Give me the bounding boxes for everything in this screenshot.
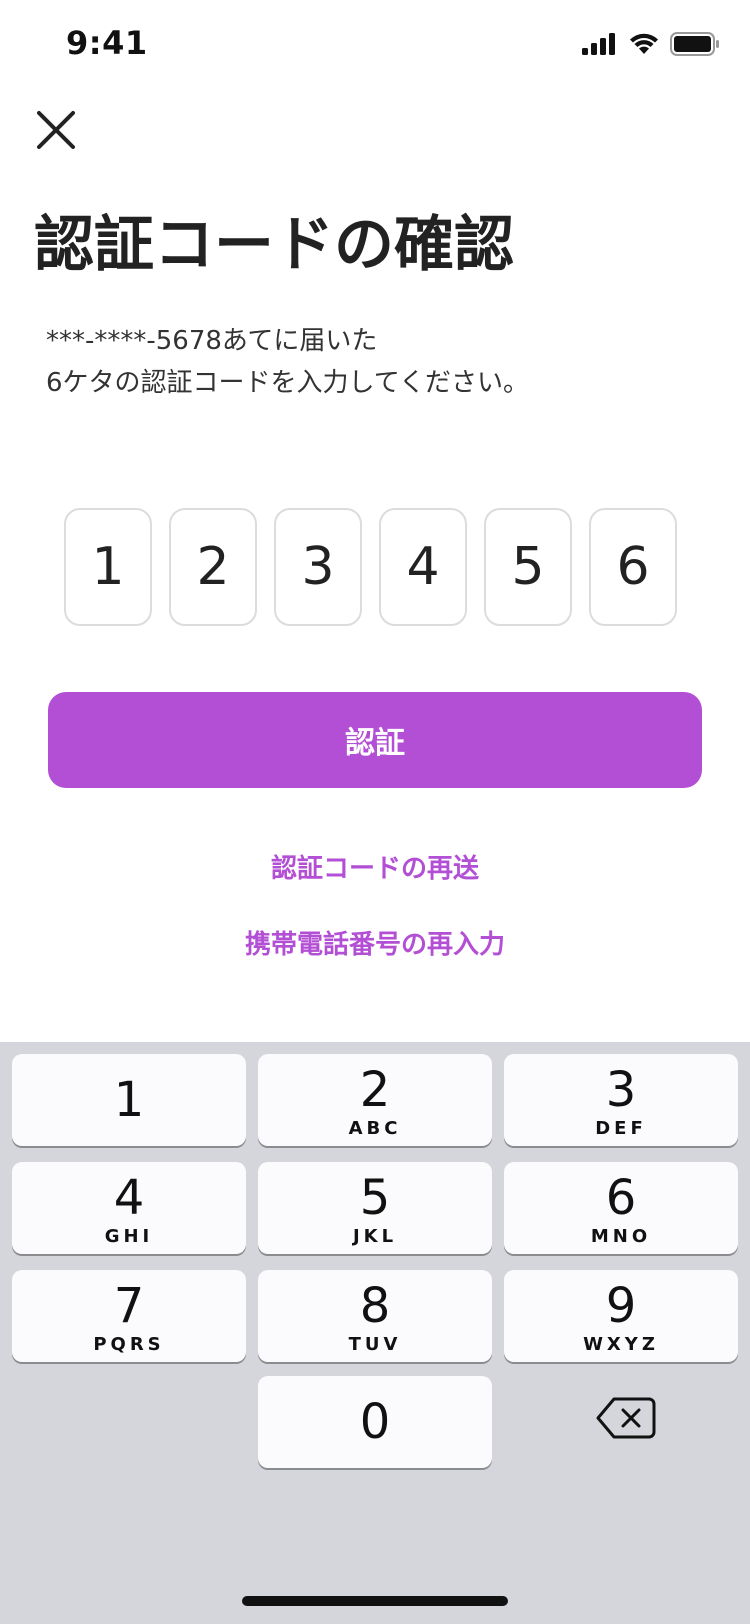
wifi-icon	[628, 32, 660, 60]
code-digit-1[interactable]: 1	[64, 508, 152, 626]
description-line-2: 6ケタの認証コードを入力してください。	[46, 368, 529, 398]
key-letters: MNO	[590, 1226, 652, 1247]
description: ***-****-5678あてに届いた 6ケタの認証コードを入力してください。	[46, 320, 529, 404]
code-digit-4[interactable]: 4	[379, 508, 467, 626]
code-input[interactable]: 1 2 3 4 5 6	[64, 508, 677, 626]
key-digit: 0	[359, 1394, 391, 1450]
key-digit: 8	[359, 1278, 391, 1334]
description-line-1: ***-****-5678あてに届いた	[46, 326, 378, 356]
status-icons	[582, 32, 720, 60]
code-digit-2[interactable]: 2	[169, 508, 257, 626]
key-0[interactable]: 0	[258, 1376, 492, 1468]
key-digit: 4	[113, 1170, 145, 1226]
backspace-icon	[596, 1397, 656, 1444]
code-digit-3[interactable]: 3	[274, 508, 362, 626]
key-letters: JKL	[352, 1226, 398, 1247]
page-title: 認証コードの確認	[34, 210, 514, 280]
key-1[interactable]: 1	[12, 1054, 246, 1146]
key-7[interactable]: 7 PQRS	[12, 1270, 246, 1362]
key-digit: 7	[113, 1278, 145, 1334]
key-6[interactable]: 6 MNO	[504, 1162, 738, 1254]
code-digit-6[interactable]: 6	[589, 508, 677, 626]
status-bar: 9:41	[0, 0, 750, 90]
key-letters: DEF	[595, 1118, 647, 1139]
reenter-phone-link[interactable]: 携帯電話番号の再入力	[0, 924, 750, 961]
key-8[interactable]: 8 TUV	[258, 1270, 492, 1362]
verify-button[interactable]: 認証	[48, 692, 702, 788]
key-digit: 2	[359, 1062, 391, 1118]
key-digit: 5	[359, 1170, 391, 1226]
resend-code-link[interactable]: 認証コードの再送	[0, 848, 750, 885]
key-2[interactable]: 2 ABC	[258, 1054, 492, 1146]
key-letters: PQRS	[93, 1334, 165, 1355]
close-icon	[34, 111, 78, 156]
key-digit: 9	[605, 1278, 637, 1334]
key-4[interactable]: 4 GHI	[12, 1162, 246, 1254]
numeric-keyboard: 1 2 ABC 3 DEF 4 GHI 5 JKL 6 MNO 7 PQRS 8…	[0, 1042, 750, 1624]
key-5[interactable]: 5 JKL	[258, 1162, 492, 1254]
key-digit: 1	[113, 1072, 145, 1128]
key-3[interactable]: 3 DEF	[504, 1054, 738, 1146]
home-indicator	[242, 1596, 508, 1606]
key-letters: WXYZ	[583, 1334, 659, 1355]
delete-key[interactable]	[596, 1396, 656, 1440]
signal-icon	[582, 33, 618, 59]
key-letters: GHI	[104, 1226, 154, 1247]
close-button[interactable]	[34, 108, 78, 152]
key-letters: TUV	[348, 1334, 402, 1355]
key-digit: 3	[605, 1062, 637, 1118]
key-digit: 6	[605, 1170, 637, 1226]
key-letters: ABC	[348, 1118, 402, 1139]
code-digit-5[interactable]: 5	[484, 508, 572, 626]
status-time: 9:41	[66, 24, 148, 62]
key-9[interactable]: 9 WXYZ	[504, 1270, 738, 1362]
battery-icon	[670, 32, 720, 60]
